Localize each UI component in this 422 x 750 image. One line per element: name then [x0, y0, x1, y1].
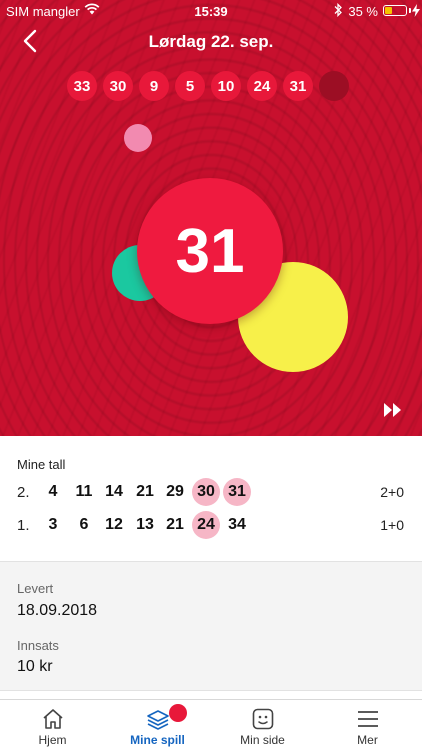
number: 29: [166, 483, 184, 500]
decorative-pink-ball: [124, 124, 152, 152]
tab-more-label: Mer: [357, 733, 378, 747]
number: 12: [105, 516, 123, 533]
fast-forward-icon[interactable]: [384, 403, 402, 417]
drawn-ball: 5: [175, 71, 205, 101]
battery-tip: [409, 8, 411, 13]
number: 13: [136, 516, 154, 533]
drawn-ball: 9: [139, 71, 169, 101]
current-drawn-ball: 31: [137, 178, 283, 324]
drawn-ball: 10: [211, 71, 241, 101]
number-row: 1. 3 6 12 13 21 24 34 1+0: [0, 511, 422, 539]
tab-more[interactable]: Mer: [315, 700, 420, 750]
tab-home-label: Hjem: [38, 733, 67, 747]
number: 11: [75, 483, 93, 500]
my-numbers-label: Mine tall: [17, 457, 66, 472]
drawn-ball: 31: [283, 71, 313, 101]
row-score: 2+0: [380, 484, 404, 500]
battery-percent: 35 %: [348, 4, 378, 19]
smiley-face-icon: [252, 708, 273, 730]
tab-my-page[interactable]: Min side: [210, 700, 315, 750]
delivered-value: 18.09.2018: [17, 602, 98, 619]
row-index: 2.: [17, 484, 30, 501]
matched-number: 31: [223, 478, 251, 506]
stake-value: 10 kr: [17, 658, 53, 675]
tab-my-games-label: Mine spill: [130, 733, 185, 747]
row-index: 1.: [17, 517, 30, 534]
drawn-ball: 24: [247, 71, 277, 101]
battery-icon: [383, 5, 407, 16]
my-numbers-section: Mine tall 2. 4 11 14 21 29 30 31 2+0 1. 3 6 12 13 21 2…: [0, 436, 422, 561]
number: 14: [105, 483, 123, 500]
number: 4: [48, 483, 58, 500]
drawn-ball: 30: [103, 71, 133, 101]
drawn-balls-strip: 33 30 9 5 10 24 31: [67, 71, 349, 101]
tab-my-games[interactable]: Mine spill: [105, 700, 210, 750]
matched-number: 30: [192, 478, 220, 506]
delivered-label: Levert: [17, 581, 54, 596]
number: 21: [136, 483, 154, 500]
tab-home[interactable]: Hjem: [0, 700, 105, 750]
menu-icon: [357, 711, 378, 727]
charging-bolt-icon: [412, 4, 420, 17]
number: 6: [79, 516, 89, 533]
number: 21: [166, 516, 184, 533]
battery-level: [385, 7, 392, 14]
number: 34: [228, 516, 246, 533]
pending-ball-slot: [319, 71, 349, 101]
number-row: 2. 4 11 14 21 29 30 31 2+0: [0, 478, 422, 506]
row-score: 1+0: [380, 517, 404, 533]
status-bar: SIM mangler 15:39 35 %: [0, 0, 422, 22]
tab-my-page-label: Min side: [240, 733, 285, 747]
drawn-ball: 33: [67, 71, 97, 101]
draw-animation-area: SIM mangler 15:39 35 % Lørdag 22. sep. 3…: [0, 0, 422, 436]
tab-bar: Hjem Mine spill Min side Mer: [0, 699, 422, 750]
matched-number: 24: [192, 511, 220, 539]
number: 3: [48, 516, 58, 533]
ticket-details: Levert 18.09.2018 Innsats 10 kr: [0, 561, 422, 691]
stake-label: Innsats: [17, 638, 59, 653]
draw-date-title: Lørdag 22. sep.: [148, 32, 274, 51]
notification-badge: [169, 704, 187, 722]
bluetooth-icon: [334, 3, 342, 17]
home-icon: [42, 709, 63, 729]
stacked-tickets-icon: [146, 710, 169, 730]
